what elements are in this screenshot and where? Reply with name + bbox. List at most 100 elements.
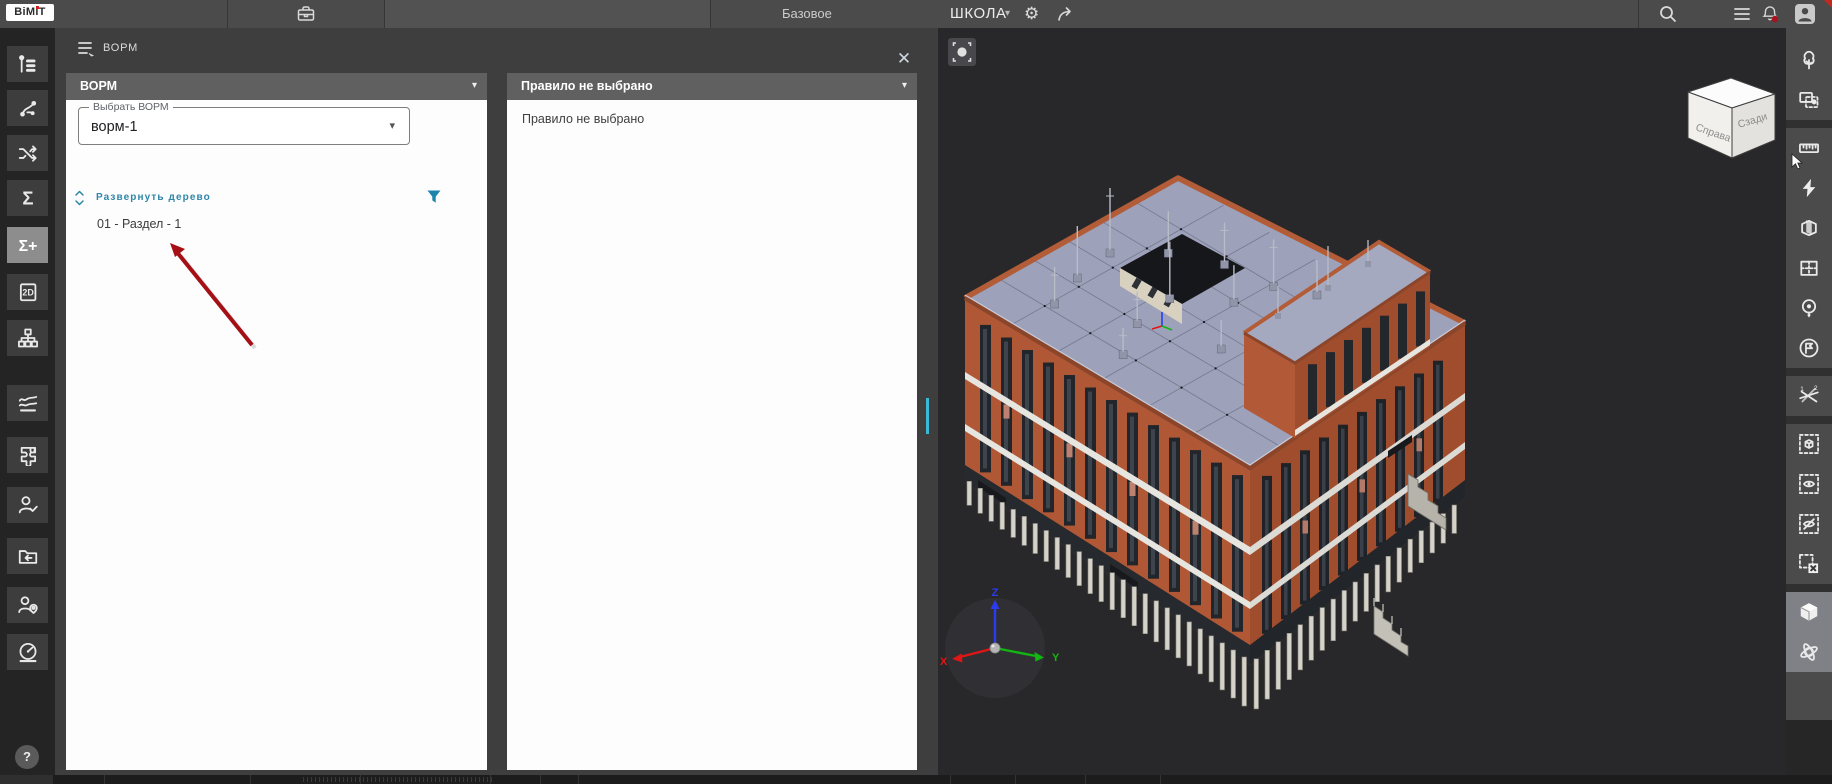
tree-item[interactable]: 01 - Раздел - 1 [97,217,181,231]
vorm-section: ВОРМ ▾ Выбрать ВОРМ ворм-1 ▾ Развернуть … [66,73,487,770]
chevron-down-icon: ▾ [471,80,477,91]
toolbar-button-isolate-box[interactable] [1786,424,1832,464]
list-icon[interactable] [1732,4,1752,24]
notifications-bell-icon[interactable] [1760,4,1780,24]
sidebar-item-plugins[interactable] [7,437,48,473]
sidebar-item-graph-branch[interactable] [7,90,48,126]
topbar-separator [227,0,228,28]
vorm-section-body: Выбрать ВОРМ ворм-1 ▾ Развернуть дерево … [66,100,487,770]
status-separator [540,775,541,784]
panel-header: ВОРМ ✕ [55,28,938,68]
application-window: BiMiT Базовое пространство ▾ ШКОЛА ⚙ [0,0,1832,784]
sidebar-item-sum[interactable]: Σ [7,180,48,216]
svg-text:Σ+: Σ+ [18,238,37,255]
toolbar-button-region-select[interactable] [1786,80,1832,120]
axis-label-x: X [940,656,948,668]
status-ticks [303,777,493,782]
help-button[interactable]: ? [15,745,39,769]
sidebar-item-sum-add[interactable]: Σ+ [7,227,48,263]
toolbar-button-scene-tree[interactable] [1786,40,1832,80]
sidebar-item-user-location[interactable] [7,587,48,623]
bottom-status-bar [0,775,1832,784]
briefcase-icon[interactable] [296,4,316,24]
svg-text:2D: 2D [22,288,34,298]
expand-tree-label[interactable]: Развернуть дерево [96,192,211,203]
status-separator [360,775,361,784]
rule-status-text: Правило не выбрано [522,112,645,126]
toolbar-button-clip-box[interactable] [1786,208,1832,248]
workspace-selector-value: Базовое пространство [782,6,864,49]
vorm-section-header[interactable]: ВОРМ ▾ [66,73,487,100]
filter-icon[interactable] [426,189,442,205]
expand-collapse-icon [75,190,84,206]
settings-gear-icon[interactable]: ⚙ [1024,2,1039,26]
chevron-down-icon: ▾ [901,80,907,91]
panel-menu-icon[interactable] [77,40,97,58]
sidebar-item-folder-export[interactable] [7,538,48,574]
status-separator [490,775,491,784]
chevron-down-icon: ▾ [389,120,395,132]
share-icon[interactable] [1056,4,1076,24]
topbar-separator [710,0,711,28]
account-avatar-icon[interactable] [1795,4,1815,24]
status-separator [1015,775,1016,784]
svg-text:2: 2 [1814,385,1818,392]
status-segment [0,775,53,784]
expand-tree-button[interactable] [74,190,85,206]
toolbar-button-orbit[interactable] [1786,632,1832,672]
toolbar-button-flag[interactable] [1786,328,1832,368]
logo-accent-dot [36,6,39,9]
rule-section-body: Правило не выбрано [507,100,917,770]
toolbar-button-clear-selection[interactable] [1786,544,1832,584]
status-separator [104,775,105,784]
sidebar-item-view-2d[interactable]: 2D [7,274,48,310]
topbar-separator [1638,0,1639,28]
sidebar-item-gauge[interactable] [7,634,48,670]
toolbar-divider [1786,416,1832,424]
view-cube[interactable]: Справа Сзади [1676,70,1788,165]
top-bar: BiMiT Базовое пространство ▾ ШКОЛА ⚙ [0,0,1832,49]
sidebar-item-org-chart[interactable] [7,320,48,356]
status-separator [250,775,251,784]
focus-model-button[interactable] [948,38,976,66]
corner-marker [1824,0,1832,8]
panel-title: ВОРМ [103,42,139,54]
mouse-cursor [1791,153,1804,170]
section-title: Правило не выбрано [521,79,653,93]
notification-badge [1771,15,1779,23]
tool-sidebar: Σ Σ+ 2D ? [0,28,55,775]
axis-label-z: Z [992,587,999,599]
toolbar-button-hide-selected[interactable] [1786,504,1832,544]
toolbar-button-locate[interactable] [1786,288,1832,328]
sidebar-item-user-check[interactable] [7,487,48,523]
rule-section-header[interactable]: Правило не выбрано ▾ [507,73,917,100]
status-separator [950,775,951,784]
axis-label-y: Y [1052,652,1060,664]
toolbar-divider [1786,368,1832,376]
status-separator [1160,775,1161,784]
status-separator [1085,775,1086,784]
project-title: ШКОЛА [950,5,1007,22]
vorm-select-value: ворм-1 [91,119,138,135]
sidebar-item-model-tree[interactable] [7,46,48,82]
close-icon[interactable]: ✕ [895,50,913,68]
sidebar-item-shuffle[interactable] [7,135,48,171]
toolbar-button-axes-grid[interactable]: 12 [1786,376,1832,416]
panel-resize-handle[interactable] [926,398,929,434]
3d-viewport[interactable]: Z Y X Справа Сзади [938,28,1786,775]
vorm-select[interactable]: Выбрать ВОРМ ворм-1 ▾ [78,101,410,145]
rule-section: Правило не выбрано ▾ Правило не выбрано [507,73,917,770]
toolbar-button-solid-view[interactable] [1786,592,1832,632]
toolbar-button-floor-plan[interactable] [1786,248,1832,288]
svg-text:1: 1 [1800,386,1804,393]
toolbar-button-section-flash[interactable] [1786,168,1832,208]
toolbar-divider [1786,584,1832,592]
vorm-panel: ВОРМ ✕ ВОРМ ▾ Выбрать ВОРМ ворм-1 ▾ Разв… [55,28,938,775]
toolbar-button-show-selected[interactable] [1786,464,1832,504]
axis-gizmo[interactable]: Z Y X [940,587,1060,698]
sidebar-item-charts[interactable] [7,385,48,421]
search-icon[interactable] [1658,4,1678,24]
app-logo: BiMiT [6,4,54,21]
section-title: ВОРМ [80,79,118,93]
workspace-selector[interactable]: Базовое пространство ▾ [385,0,1010,49]
